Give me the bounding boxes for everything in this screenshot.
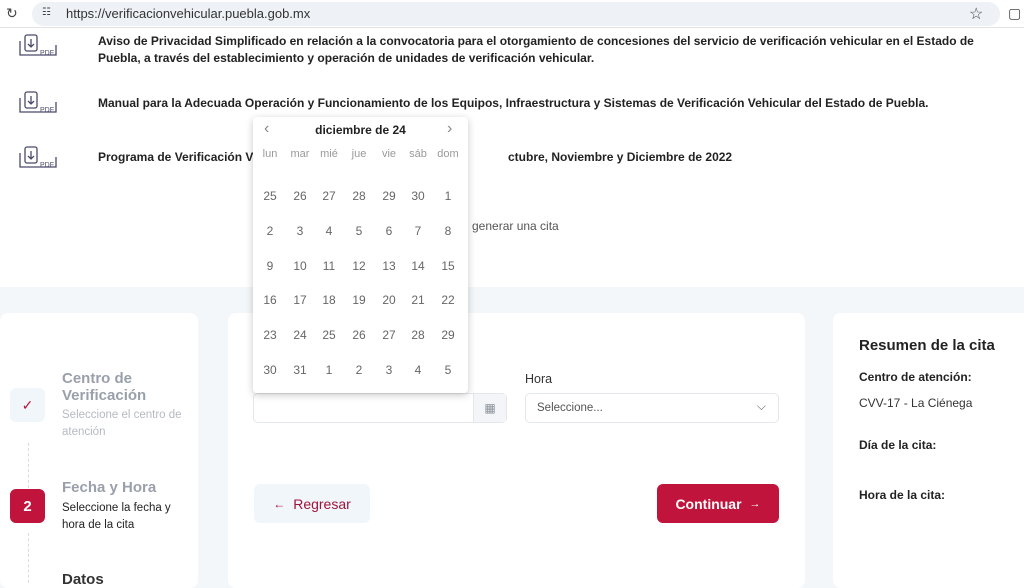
calendar-day[interactable]: 22	[433, 293, 463, 307]
day-label: Día de la cita:	[859, 438, 937, 452]
pdf-download-icon[interactable]: PDF	[16, 90, 58, 118]
document-link[interactable]: Programa de Verificación Ve ctubre, Novie…	[98, 149, 998, 166]
calendar-day[interactable]: 5	[433, 363, 463, 377]
chevron-right-icon[interactable]: ›	[447, 120, 452, 138]
pdf-download-icon[interactable]: PDF	[16, 33, 58, 61]
calendar-day[interactable]: 12	[344, 259, 374, 273]
weekday-label: vie	[381, 148, 397, 160]
step-3[interactable]: Datos	[62, 571, 104, 588]
weekday-label: lun	[262, 148, 278, 160]
stepper-card: ✓ Centro de Verificación Seleccione el c…	[0, 313, 198, 588]
calendar-day[interactable]: 11	[314, 259, 344, 273]
weekday-label: dom	[437, 148, 459, 160]
pdf-download-icon[interactable]: PDF	[16, 145, 58, 173]
calendar-day[interactable]: 17	[285, 293, 315, 307]
calendar-day[interactable]: 30	[255, 363, 285, 377]
document-link[interactable]: Aviso de Privacidad Simplificado en rela…	[98, 33, 998, 67]
calendar-day[interactable]: 3	[285, 224, 315, 238]
calendar-day[interactable]: 2	[344, 363, 374, 377]
calendar-day[interactable]: 25	[314, 328, 344, 342]
summary-card: Resumen de la cita Centro de atención: C…	[833, 313, 1024, 588]
calendar-day[interactable]: 1	[433, 189, 463, 203]
svg-text:PDF: PDF	[40, 50, 54, 57]
star-icon[interactable]: ☆	[969, 4, 983, 24]
calendar-day[interactable]: 1	[314, 363, 344, 377]
calendar-day[interactable]: 28	[403, 328, 433, 342]
step-connector	[28, 533, 29, 583]
datepicker-popup: ‹ diciembre de 24 › lun mar mié jue vie sáb do…	[253, 117, 468, 393]
calendar-day[interactable]: 25	[255, 189, 285, 203]
calendar-day[interactable]: 14	[403, 259, 433, 273]
calendar-day[interactable]: 28	[344, 189, 374, 203]
document-link[interactable]: Manual para la Adecuada Operación y Func…	[98, 95, 998, 112]
continue-button[interactable]: Continuar →	[657, 484, 779, 523]
calendar-day[interactable]: 20	[374, 293, 404, 307]
hint-text: generar una cita	[472, 219, 559, 233]
calendar-day[interactable]: 29	[433, 328, 463, 342]
calendar-day[interactable]: 18	[314, 293, 344, 307]
calendar-day[interactable]: 16	[255, 293, 285, 307]
back-button[interactable]: ← Regresar	[254, 484, 370, 523]
calendar-day[interactable]: 3	[374, 363, 404, 377]
hora-select[interactable]: Seleccione... ⌵	[525, 393, 779, 423]
calendar-day[interactable]: 19	[344, 293, 374, 307]
calendar-day[interactable]: 9	[255, 259, 285, 273]
calendar-day[interactable]: 8	[433, 224, 463, 238]
calendar-month-title: diciembre de 24	[315, 123, 406, 137]
browser-toolbar: ↻ ☷ https://verificacionvehicular.puebla…	[0, 0, 1024, 28]
step-2-number: 2	[10, 489, 45, 523]
check-icon: ✓	[10, 388, 45, 422]
weekday-label: sáb	[409, 148, 427, 160]
calendar-day[interactable]: 15	[433, 259, 463, 273]
step-2[interactable]: Fecha y Hora Seleccione la fecha y hora …	[62, 479, 187, 534]
center-value: CVV-17 - La Ciénega	[859, 396, 973, 410]
svg-text:PDF: PDF	[40, 162, 54, 169]
calendar-day[interactable]: 30	[403, 189, 433, 203]
arrow-left-icon: ←	[273, 496, 286, 511]
weekday-label: mar	[290, 148, 310, 160]
weekday-label: jue	[351, 148, 367, 160]
calendar-day[interactable]: 27	[314, 189, 344, 203]
calendar-day[interactable]: 13	[374, 259, 404, 273]
calendar-day[interactable]: 6	[374, 224, 404, 238]
calendar-day[interactable]: 31	[285, 363, 315, 377]
url-text[interactable]: https://verificacionvehicular.puebla.gob…	[66, 6, 310, 21]
calendar-day[interactable]: 21	[403, 293, 433, 307]
calendar-day[interactable]: 27	[374, 328, 404, 342]
calendar-day[interactable]: 29	[374, 189, 404, 203]
calendar-day[interactable]: 26	[344, 328, 374, 342]
center-label: Centro de atención:	[859, 370, 972, 384]
site-settings-icon[interactable]: ☷	[42, 7, 51, 18]
arrow-right-icon: →	[749, 497, 761, 510]
time-label: Hora de la cita:	[859, 488, 946, 502]
step-1[interactable]: Centro de Verificación Seleccione el cen…	[62, 370, 182, 441]
step-connector	[28, 443, 29, 488]
calendar-day[interactable]: 7	[403, 224, 433, 238]
reload-icon[interactable]: ↻	[6, 5, 18, 22]
weekday-label: mié	[320, 148, 338, 160]
calendar-day[interactable]: 10	[285, 259, 315, 273]
summary-title: Resumen de la cita	[859, 337, 995, 354]
calendar-day[interactable]: 23	[255, 328, 285, 342]
extensions-icon[interactable]: ▢	[1008, 5, 1021, 22]
hora-label: Hora	[525, 372, 553, 386]
chevron-down-icon: ⌵	[756, 399, 766, 413]
calendar-day[interactable]: 4	[403, 363, 433, 377]
calendar-icon[interactable]: ▦	[473, 394, 506, 422]
date-field[interactable]: ▦	[253, 393, 507, 423]
calendar-day[interactable]: 5	[344, 224, 374, 238]
calendar-day[interactable]: 26	[285, 189, 315, 203]
svg-text:PDF: PDF	[40, 107, 54, 114]
calendar-day[interactable]: 4	[314, 224, 344, 238]
calendar-day[interactable]: 24	[285, 328, 315, 342]
calendar-day[interactable]: 2	[255, 224, 285, 238]
